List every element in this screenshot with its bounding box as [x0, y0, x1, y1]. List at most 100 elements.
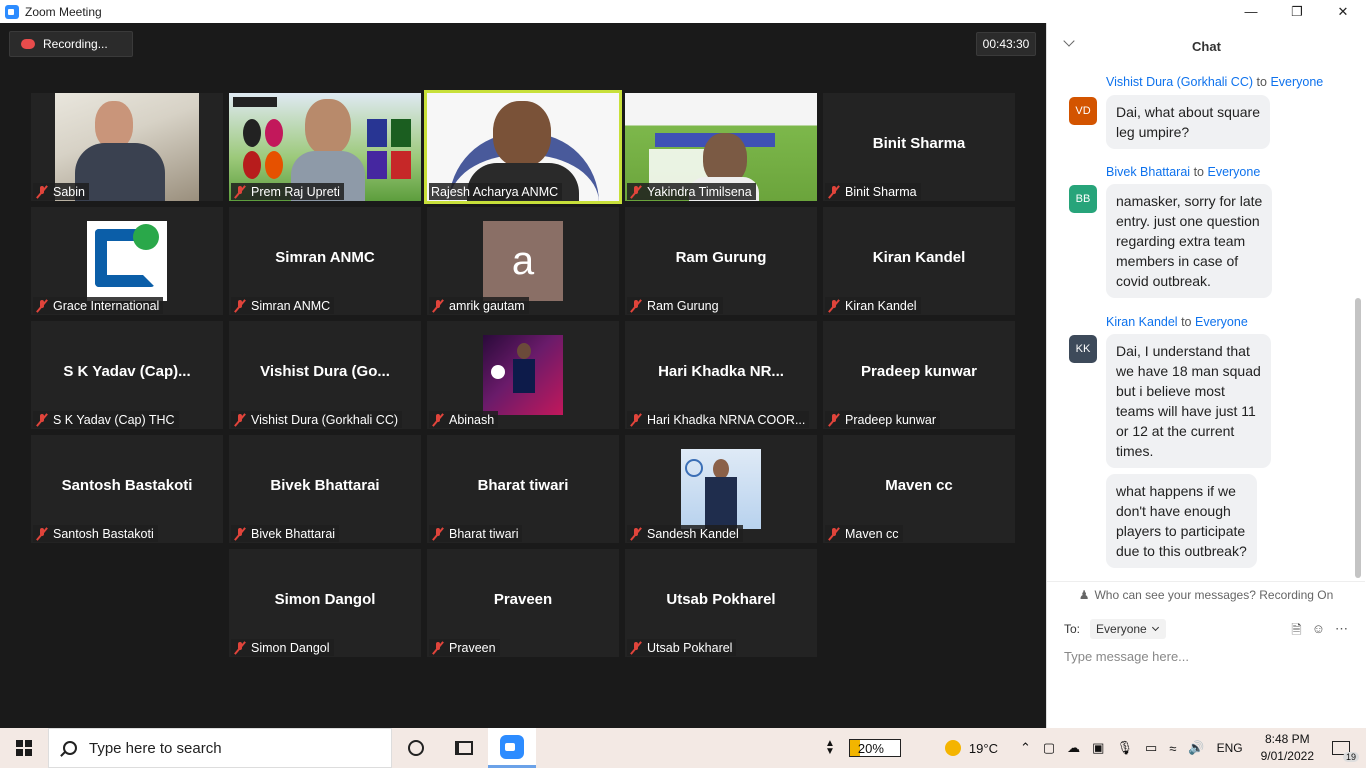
task-view-button[interactable] — [440, 728, 488, 768]
logo-tile[interactable]: Grace International — [31, 207, 223, 315]
name-tile[interactable]: Praveen Praveen — [427, 549, 619, 657]
participant-label: Hari Khadka NRNA COOR... — [627, 411, 810, 428]
scroll-arrows-icon[interactable]: ▲ ▼ — [825, 739, 835, 757]
sender-name[interactable]: Bivek Bhattarai — [1106, 165, 1190, 179]
recipient-select[interactable]: Everyone — [1090, 619, 1166, 639]
name-tile[interactable]: Ram Gurung Ram Gurung — [625, 207, 817, 315]
message-bubble[interactable]: what happens if we don't have enough pla… — [1106, 474, 1257, 568]
name-tile[interactable]: Maven cc Maven cc — [823, 435, 1015, 543]
wifi-icon[interactable]: ≈ — [1169, 741, 1176, 756]
cloud-icon[interactable]: ☁ — [1067, 740, 1080, 756]
restore-button[interactable]: ❐ — [1274, 0, 1320, 23]
recipient-name[interactable]: Everyone — [1207, 165, 1260, 179]
avatar: KK — [1069, 335, 1097, 363]
name-tile[interactable]: Vishist Dura (Go... Vishist Dura (Gorkha… — [229, 321, 421, 429]
name-tile[interactable]: Hari Khadka NR... Hari Khadka NRNA COOR.… — [625, 321, 817, 429]
muted-mic-icon — [35, 527, 49, 541]
battery-icon[interactable]: ▭ — [1145, 740, 1157, 756]
chat-title: Chat — [1192, 38, 1221, 54]
message-bubble[interactable]: Dai, what about square leg umpire? — [1106, 95, 1270, 149]
start-button[interactable] — [0, 728, 48, 768]
battery-indicator[interactable]: 20% — [848, 739, 901, 757]
recipient-row: To: Everyone — [1064, 619, 1166, 639]
sender-name[interactable]: Vishist Dura (Gorkhali CC) — [1106, 75, 1253, 89]
windows-icon — [16, 740, 32, 756]
muted-mic-icon — [35, 185, 49, 199]
visibility-note[interactable]: ♟ Who can see your messages? Recording O… — [1047, 581, 1365, 607]
window-title: Zoom Meeting — [25, 4, 102, 19]
chevron-up-icon[interactable]: ⌃ — [1020, 740, 1031, 756]
name-tile[interactable]: Pradeep kunwar Pradeep kunwar — [823, 321, 1015, 429]
chevron-down-icon — [1151, 623, 1159, 632]
taskbar-search[interactable]: Type here to search — [48, 728, 392, 768]
tray-app-icon[interactable]: ▢ — [1043, 740, 1055, 756]
chat-scrollbar[interactable] — [1355, 298, 1361, 578]
name-tile[interactable]: Binit Sharma Binit Sharma — [823, 93, 1015, 201]
microphone-icon[interactable]: 🎙 — [1116, 740, 1133, 756]
zoom-taskbar-button[interactable] — [488, 728, 536, 768]
video-tile[interactable]: Sabin — [31, 93, 223, 201]
avatar-tile[interactable]: a amrik gautam — [427, 207, 619, 315]
language-indicator[interactable]: ENG — [1217, 741, 1243, 755]
cortana-button[interactable] — [392, 728, 440, 768]
muted-mic-icon — [629, 185, 643, 199]
name-tile[interactable]: S K Yadav (Cap)... S K Yadav (Cap) THC — [31, 321, 223, 429]
muted-mic-icon — [431, 299, 445, 313]
message-line: but i believe most — [1116, 383, 1225, 399]
onedrive-icon[interactable]: ▣ — [1092, 740, 1104, 756]
recipient-name[interactable]: Everyone — [1195, 315, 1248, 329]
participant-display-name: Maven cc — [885, 477, 953, 494]
photo-tile[interactable]: Abinash — [427, 321, 619, 429]
participant-label: Bharat tiwari — [429, 525, 523, 542]
file-icon[interactable]: 🗎 — [1291, 621, 1301, 643]
chat-input[interactable]: Type message here... — [1064, 649, 1189, 664]
name-tile[interactable]: Bharat tiwari Bharat tiwari — [427, 435, 619, 543]
participant-name: Bharat tiwari — [449, 526, 519, 541]
participant-label: Simon Dangol — [231, 639, 334, 656]
temperature[interactable]: 19°C — [969, 741, 998, 756]
minimize-button[interactable]: — — [1228, 0, 1274, 23]
collapse-chevron-icon[interactable] — [1063, 35, 1075, 47]
participant-name: Simran ANMC — [251, 298, 331, 313]
name-tile[interactable]: Kiran Kandel Kiran Kandel — [823, 207, 1015, 315]
photo-tile[interactable]: Sandesh Kandel — [625, 435, 817, 543]
name-tile[interactable]: Utsab Pokharel Utsab Pokharel — [625, 549, 817, 657]
message-line: what happens if we — [1116, 483, 1236, 499]
recording-indicator[interactable]: Recording... — [9, 31, 133, 57]
participant-display-name: Hari Khadka NR... — [658, 363, 784, 380]
message-bubble[interactable]: namasker, sorry for late entry. just one… — [1106, 184, 1273, 298]
avatar: VD — [1069, 97, 1097, 125]
participant-label: Praveen — [429, 639, 500, 656]
participant-display-name: Bivek Bhattarai — [270, 477, 380, 494]
message-bubble[interactable]: Dai, I understand that we have 18 man sq… — [1106, 334, 1271, 468]
speaker-icon[interactable]: 🔊 — [1188, 740, 1204, 756]
message-header: Bivek Bhattarai to Everyone — [1106, 165, 1260, 179]
muted-mic-icon — [629, 413, 643, 427]
participant-name: Kiran Kandel — [845, 298, 917, 313]
participant-display-name: Binit Sharma — [872, 135, 966, 152]
muted-mic-icon — [629, 299, 643, 313]
notification-center-icon[interactable]: 19 — [1332, 741, 1359, 762]
name-tile[interactable]: Bivek Bhattarai Bivek Bhattarai — [229, 435, 421, 543]
profile-photo — [681, 449, 761, 529]
emoji-icon[interactable]: ☺ — [1312, 621, 1325, 643]
to-word: to — [1256, 75, 1267, 89]
weather-sun-icon[interactable] — [944, 740, 961, 756]
name-tile[interactable]: Santosh Bastakoti Santosh Bastakoti — [31, 435, 223, 543]
muted-mic-icon — [233, 527, 247, 541]
name-tile[interactable]: Simon Dangol Simon Dangol — [229, 549, 421, 657]
sender-name[interactable]: Kiran Kandel — [1106, 315, 1178, 329]
message-line: entry. just one question — [1116, 213, 1260, 229]
avatar: BB — [1069, 185, 1097, 213]
active-speaker-tile[interactable]: Rajesh Acharya ANMC — [424, 90, 622, 204]
close-button[interactable]: ✕ — [1320, 0, 1366, 23]
message-line: teams will have just 11 — [1116, 403, 1256, 419]
recipient-name[interactable]: Everyone — [1270, 75, 1323, 89]
participant-display-name: Simon Dangol — [274, 591, 376, 608]
participant-label: Ram Gurung — [627, 297, 723, 314]
clock[interactable]: 8:48 PM 9/01/2022 — [1261, 731, 1314, 765]
name-tile[interactable]: Simran ANMC Simran ANMC — [229, 207, 421, 315]
video-tile[interactable]: Yakindra Timilsena — [625, 93, 817, 201]
video-tile[interactable]: Prem Raj Upreti — [229, 93, 421, 201]
more-icon[interactable]: ⋯ — [1335, 621, 1348, 643]
